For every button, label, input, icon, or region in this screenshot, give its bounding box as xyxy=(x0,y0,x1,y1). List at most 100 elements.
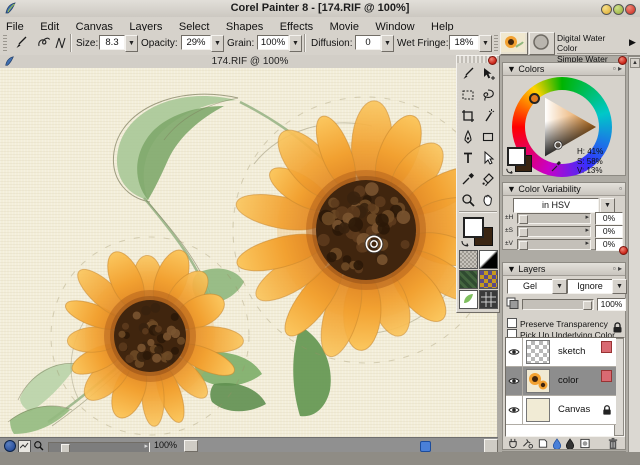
grabber-hand-tool[interactable] xyxy=(478,189,498,210)
brush-variant-selector[interactable] xyxy=(529,32,555,55)
scrollbar-marker-icon[interactable] xyxy=(420,441,431,452)
new-liquid-ink-layer-icon[interactable] xyxy=(565,438,575,449)
swap-colors-icon[interactable] xyxy=(460,238,470,248)
toolbox-color-swatches[interactable] xyxy=(457,214,499,250)
weave-selector[interactable] xyxy=(478,270,498,289)
brush-name-block[interactable]: Digital Water Color Simple Water xyxy=(557,33,627,64)
palette-dock-scrollbar[interactable]: ▲ ▼ xyxy=(628,56,640,465)
variability-mode-dropdown[interactable]: ▼ xyxy=(600,198,615,213)
composite-method-dropdown[interactable]: ▼ xyxy=(552,279,567,294)
hue-marker[interactable] xyxy=(529,93,540,104)
wet-fringe-input[interactable]: 18% xyxy=(449,35,479,50)
sat-variability-value[interactable]: 0% xyxy=(595,225,623,238)
new-mask-icon[interactable] xyxy=(579,438,591,449)
pen-tool[interactable] xyxy=(458,126,478,147)
front-color-swatch[interactable] xyxy=(463,217,484,238)
composite-depth-select[interactable]: Ignore xyxy=(567,279,613,294)
zoom-level-readout: 100% xyxy=(154,440,178,450)
sat-variability-slider[interactable]: ▸ xyxy=(517,226,591,237)
visibility-eye-icon[interactable] xyxy=(506,338,523,366)
paper-selector[interactable] xyxy=(458,250,478,269)
propbar-grip[interactable] xyxy=(3,34,7,51)
layer-row-canvas[interactable]: Canvas xyxy=(506,396,616,425)
hue-variability-value[interactable]: 0% xyxy=(595,212,623,225)
palette-close-icon[interactable] xyxy=(619,246,628,255)
size-input[interactable]: 8.3 xyxy=(99,35,125,50)
straight-stroke-icon[interactable] xyxy=(52,35,68,51)
toolbox-close-icon[interactable] xyxy=(488,56,497,65)
magnifier-tool[interactable] xyxy=(458,189,478,210)
lock-icon[interactable] xyxy=(611,321,624,334)
new-layer-icon[interactable] xyxy=(537,438,549,449)
drawing-mode-icon[interactable] xyxy=(4,440,16,452)
layer-row-sketch[interactable]: sketch xyxy=(506,338,616,367)
maximize-button[interactable] xyxy=(613,4,624,15)
grain-input[interactable]: 100% xyxy=(257,35,289,50)
lasso-tool[interactable] xyxy=(478,84,498,105)
nozzle-selector[interactable] xyxy=(458,290,478,309)
separator xyxy=(70,34,72,52)
text-tool[interactable] xyxy=(458,147,478,168)
layer-opacity-slider[interactable] xyxy=(522,299,594,310)
visibility-eye-icon[interactable] xyxy=(506,396,523,424)
layer-row-color[interactable]: color xyxy=(506,367,616,396)
freehand-stroke-icon[interactable] xyxy=(36,35,52,51)
zoom-stepper-button[interactable] xyxy=(184,440,198,452)
crop-tool[interactable] xyxy=(458,105,478,126)
layer-opacity-value[interactable]: 100% xyxy=(597,298,626,311)
brush-tool[interactable] xyxy=(458,63,478,84)
diffusion-label: Diffusion: xyxy=(311,38,353,49)
layer-commands-icon[interactable] xyxy=(507,438,519,449)
resize-grip[interactable] xyxy=(484,439,498,453)
document-title-bar[interactable]: 174.RIF @ 100% xyxy=(0,55,500,69)
grain-dropdown[interactable]: ▼ xyxy=(289,35,302,52)
canvas[interactable] xyxy=(0,68,497,437)
magic-wand-tool[interactable] xyxy=(478,105,498,126)
variability-mode-select[interactable]: in HSV xyxy=(513,198,599,213)
palette-header-icons[interactable]: ▫ ▸ xyxy=(613,263,622,275)
value-readout: V: 13% xyxy=(577,166,603,175)
look-selector[interactable] xyxy=(478,290,498,309)
visibility-eye-icon[interactable] xyxy=(506,367,523,395)
composite-method-select[interactable]: Gel xyxy=(507,279,553,294)
new-watercolor-layer-icon[interactable] xyxy=(552,438,562,449)
color-variability-header[interactable]: ▼ Color Variability ▫ xyxy=(503,183,625,196)
opacity-dropdown[interactable]: ▼ xyxy=(211,35,224,52)
gradient-selector[interactable] xyxy=(478,250,498,269)
close-button[interactable] xyxy=(625,4,636,15)
brush-selector-grip[interactable] xyxy=(494,34,498,51)
opacity-input[interactable]: 29% xyxy=(181,35,211,50)
zoom-icon[interactable] xyxy=(33,440,44,451)
dynamic-plugins-icon[interactable] xyxy=(522,438,534,449)
rect-select-tool[interactable] xyxy=(458,84,478,105)
lock-icon xyxy=(603,405,611,415)
wet-fringe-dropdown[interactable]: ▼ xyxy=(479,35,492,52)
pattern-selector[interactable] xyxy=(458,270,478,289)
rect-shape-tool[interactable] xyxy=(478,126,498,147)
layer-thumbnail xyxy=(526,369,550,393)
diffusion-dropdown[interactable]: ▼ xyxy=(381,35,394,52)
diffusion-input[interactable]: 0 xyxy=(355,35,381,50)
dock-close-icon[interactable] xyxy=(618,56,627,65)
minimize-button[interactable] xyxy=(601,4,612,15)
brush-tool-icon xyxy=(16,36,27,48)
layer-adjuster-tool[interactable] xyxy=(478,63,498,84)
layers-palette-header[interactable]: ▼ Layers ▫ ▸ xyxy=(503,263,625,276)
composite-depth-dropdown[interactable]: ▼ xyxy=(612,279,627,294)
dropper-tool[interactable] xyxy=(458,168,478,189)
swap-colors-icon[interactable] xyxy=(505,166,514,175)
colors-front-swatch[interactable] xyxy=(507,147,526,166)
brush-category-selector[interactable] xyxy=(500,32,528,55)
shape-selector-tool[interactable] xyxy=(478,147,498,168)
saturation-readout: S: 58% xyxy=(577,156,603,166)
size-dropdown[interactable]: ▼ xyxy=(125,35,138,52)
val-variability-slider[interactable]: ▸ xyxy=(517,239,591,250)
brush-selector-menu-arrow[interactable]: ▶ xyxy=(629,37,636,48)
paint-bucket-tool[interactable] xyxy=(478,168,498,189)
colors-palette-header[interactable]: ▼ Colors ▫ ▸ xyxy=(503,63,625,76)
toolbox-title-strip[interactable] xyxy=(457,56,499,65)
delete-layer-trash-icon[interactable] xyxy=(607,437,619,450)
scroll-up-icon[interactable]: ▲ xyxy=(630,58,640,68)
palette-header-icons[interactable]: ▫ xyxy=(619,183,622,195)
hue-variability-slider[interactable]: ▸ xyxy=(517,213,591,224)
